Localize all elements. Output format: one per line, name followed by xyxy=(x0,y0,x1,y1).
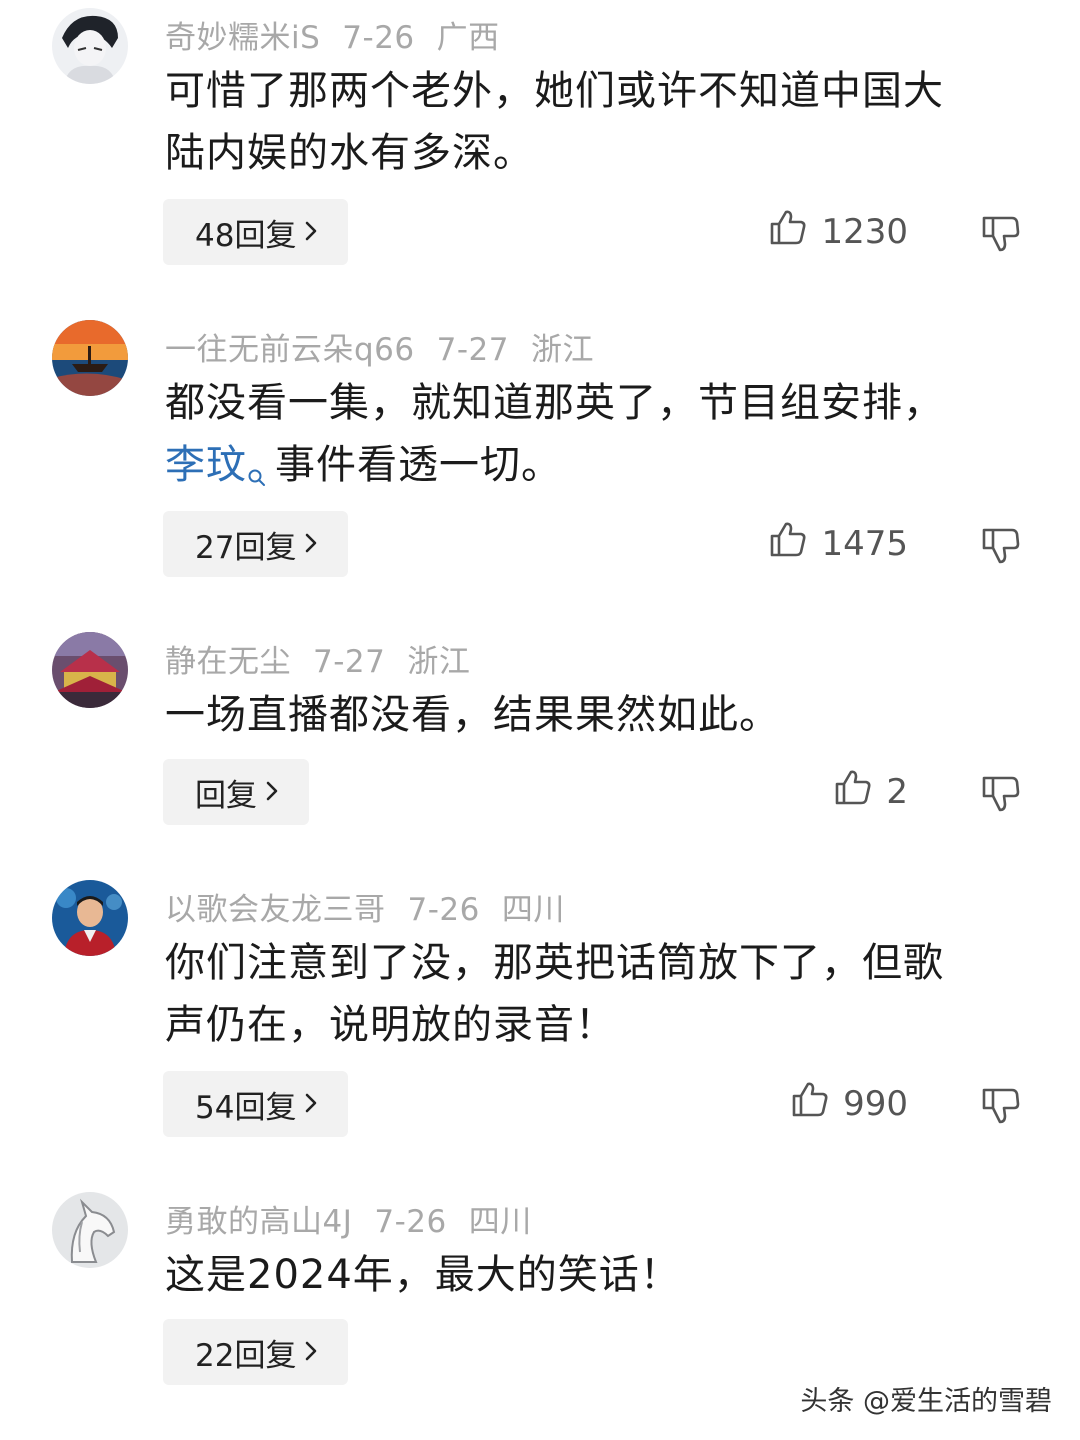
avatar[interactable] xyxy=(52,632,128,708)
thumbs-up-icon xyxy=(769,208,807,255)
username[interactable]: 静在无尘 xyxy=(165,644,291,680)
comment-line: 陆内娱的水有多深。 xyxy=(165,130,534,176)
chevron-right-icon xyxy=(304,1086,318,1122)
like-count: 990 xyxy=(843,1083,908,1124)
username[interactable]: 一往无前云朵q66 xyxy=(165,332,415,368)
thumbs-up-icon xyxy=(769,520,807,567)
like-count: 2 xyxy=(886,771,908,812)
reply-label: 48回复 xyxy=(195,217,297,254)
avatar[interactable] xyxy=(52,880,128,956)
reply-label: 22回复 xyxy=(195,1337,297,1374)
comment-line: 你们注意到了没，那英把话筒放下了，但歌 xyxy=(165,940,944,986)
comment-location: 广西 xyxy=(436,20,500,56)
search-link[interactable]: 李玟 xyxy=(165,442,247,488)
comment-line: 一场直播都没看，结果果然如此。 xyxy=(165,692,780,738)
like-button[interactable]: 1475 xyxy=(769,520,908,567)
reply-button[interactable]: 54回复 xyxy=(163,1071,349,1137)
comment-text-rest: 事件看透一切。 xyxy=(275,442,562,488)
reply-button[interactable]: 回复 xyxy=(163,759,309,825)
comment-meta: 奇妙糯米iS 7-26 广西 xyxy=(165,12,500,57)
comment-meta: 静在无尘 7-27 浙江 xyxy=(165,636,470,681)
comment-location: 四川 xyxy=(468,1204,532,1240)
comment-line: 都没看一集，就知道那英了，节目组安排， xyxy=(165,380,944,426)
comment-date: 7-26 xyxy=(374,1204,447,1240)
comment-date: 7-27 xyxy=(436,332,509,368)
comment-text: 都没看一集，就知道那英了，节目组安排， 李玟 事件看透一切。 xyxy=(165,372,1025,506)
comment-text: 一场直播都没看，结果果然如此。 xyxy=(165,684,1025,746)
comment-text: 可惜了那两个老外，她们或许不知道中国大 陆内娱的水有多深。 xyxy=(165,60,1025,184)
comment-line: 可惜了那两个老外，她们或许不知道中国大 xyxy=(165,68,944,114)
thumbs-up-icon xyxy=(834,768,872,815)
avatar[interactable] xyxy=(52,1192,128,1268)
like-button[interactable]: 1230 xyxy=(769,208,908,255)
thumbs-down-icon[interactable] xyxy=(980,772,1022,814)
comment-meta: 一往无前云朵q66 7-27 浙江 xyxy=(165,324,594,369)
like-count: 1230 xyxy=(821,211,908,252)
reply-button[interactable]: 22回复 xyxy=(163,1319,349,1385)
username[interactable]: 勇敢的高山4J xyxy=(165,1204,352,1240)
chevron-right-icon xyxy=(304,1334,318,1370)
username[interactable]: 以歌会友龙三哥 xyxy=(165,892,386,928)
comment-text: 这是2024年，最大的笑话！ xyxy=(165,1244,1025,1306)
thumbs-down-icon[interactable] xyxy=(980,1084,1022,1126)
thumbs-up-icon xyxy=(791,1080,829,1127)
like-count: 1475 xyxy=(821,523,908,564)
thumbs-down-icon[interactable] xyxy=(980,524,1022,566)
watermark: 头条 @爱生活的雪碧 xyxy=(800,1386,1052,1417)
chevron-right-icon xyxy=(304,526,318,562)
chevron-right-icon xyxy=(304,214,318,250)
comment-location: 浙江 xyxy=(407,644,471,680)
comment-date: 7-27 xyxy=(313,644,386,680)
like-button[interactable]: 2 xyxy=(834,768,908,815)
avatar[interactable] xyxy=(52,8,128,84)
comment-date: 7-26 xyxy=(342,20,415,56)
comment-meta: 以歌会友龙三哥 7-26 四川 xyxy=(165,884,565,929)
avatar[interactable] xyxy=(52,320,128,396)
reply-label: 回复 xyxy=(195,777,257,814)
username[interactable]: 奇妙糯米iS xyxy=(165,20,320,56)
chevron-right-icon xyxy=(265,774,279,810)
comment-date: 7-26 xyxy=(407,892,480,928)
comment-location: 浙江 xyxy=(530,332,594,368)
comment-location: 四川 xyxy=(501,892,565,928)
comment-line: 声仍在，说明放的录音！ xyxy=(165,1002,616,1048)
reply-label: 27回复 xyxy=(195,529,297,566)
comment-list-page: 奇妙糯米iS 7-26 广西 可惜了那两个老外，她们或许不知道中国大 陆内娱的水有多… xyxy=(0,0,1080,1440)
search-icon[interactable] xyxy=(247,444,267,506)
like-button[interactable]: 990 xyxy=(791,1080,908,1127)
reply-button[interactable]: 48回复 xyxy=(163,199,349,265)
comment-meta: 勇敢的高山4J 7-26 四川 xyxy=(165,1196,532,1241)
thumbs-down-icon[interactable] xyxy=(980,212,1022,254)
comment-line: 这是2024年，最大的笑话！ xyxy=(165,1252,681,1298)
reply-button[interactable]: 27回复 xyxy=(163,511,349,577)
reply-label: 54回复 xyxy=(195,1089,297,1126)
comment-text: 你们注意到了没，那英把话筒放下了，但歌 声仍在，说明放的录音！ xyxy=(165,932,1025,1056)
comment-line: 李玟 事件看透一切。 xyxy=(165,434,1025,506)
